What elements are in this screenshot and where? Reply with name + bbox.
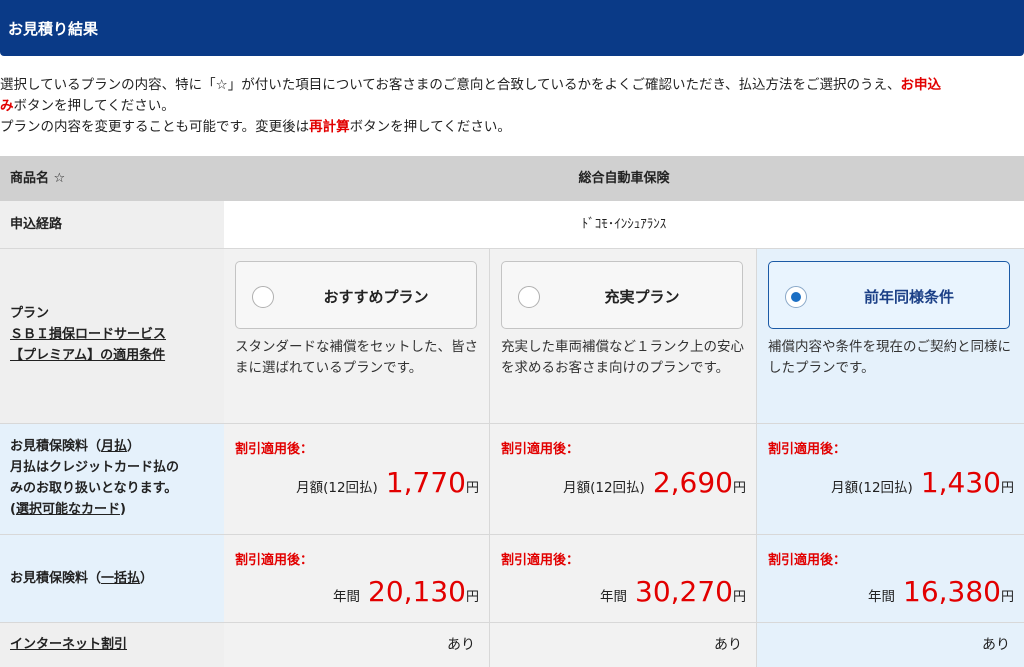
price-amount: 16,380 [903,575,1001,608]
monthly-price-2: 月額(12回払) 2,690円 [563,466,746,499]
price-amount: 2,690 [652,466,733,499]
price-prefix: 年間 [333,589,360,605]
product-value: 総合自動車保険 [578,171,670,186]
annual-price-3: 年間 16,380円 [868,575,1014,608]
yen-unit: 円 [1000,590,1014,605]
price-amount: 30,270 [635,575,733,608]
discount-label: 割引適用後： [501,442,580,457]
intro-text: 選択しているプランの内容、特に「☆」が付いた項目についてお客さまのご意向と合致し… [0,75,1024,138]
apply-keyword: お申込 [900,77,942,93]
plan-cell-recommended: おすすめプラン スタンダードな補償をセットした、皆さまに選ばれているプランです。 [224,249,490,423]
road-service-link-cont[interactable]: 【プレミアム】の適用条件 [10,345,224,366]
yen-unit: 円 [465,590,479,605]
annual-label-a: お見積保険料（ [10,571,102,586]
monthly-label: お見積保険料（月払） 月払はクレジットカード払の みのお取り扱いとなります。 (… [0,424,224,534]
price-prefix: 月額(12回払) [296,480,378,496]
plan-full-button[interactable]: 充実プラン [501,261,743,329]
yen-unit: 円 [732,590,746,605]
product-label: 商品名 ☆ [10,171,66,186]
price-prefix: 月額(12回払) [831,480,913,496]
internet-discount-link[interactable]: インターネット割引 [10,637,127,652]
internet-discount-value-1: あり [224,623,490,667]
annual-cell-1: 割引適用後： 年間 20,130円 [224,535,490,622]
plan-cell-same-as-last-year: 前年同様条件 補償内容や条件を現在のご契約と同様にしたプランです。 [757,249,1024,423]
annual-row: お見積保険料（一括払） 割引適用後： 年間 20,130円 割引適用後： 年間 30… [0,535,1024,623]
monthly-pay-link[interactable]: 月払 [101,439,127,454]
intro-line1: 選択しているプランの内容、特に「☆」が付いた項目についてお客さまのご意向と合致し… [0,77,901,93]
plan-recommended-desc: スタンダードな補償をセットした、皆さまに選ばれているプランです。 [235,339,478,376]
product-row: 商品名 ☆ 総合自動車保険 [0,156,1024,201]
plan-cell-full: 充実プラン 充実した車両補償など１ランク上の安心を求めるお客さま向けのプランです… [490,249,757,423]
price-prefix: 年間 [600,589,627,605]
plan-label: プラン ＳＢＩ損保ロードサービス 【プレミアム】の適用条件 [0,249,224,423]
annual-label-c: ） [140,571,154,586]
lump-sum-link[interactable]: 一括払 [101,571,140,586]
monthly-cell-1: 割引適用後： 月額(12回払) 1,770円 [224,424,490,534]
radio-recommended[interactable] [252,286,274,308]
route-value: ﾄﾞｺﾓ･ｲﾝｼｭｱﾗﾝｽ [224,201,1024,248]
price-amount: 20,130 [368,575,466,608]
plan-same-desc: 補償内容や条件を現在のご契約と同様にしたプランです。 [768,339,1011,376]
monthly-label-a: お見積保険料（ [10,439,102,454]
price-prefix: 月額(12回払) [563,480,645,496]
annual-cell-3: 割引適用後： 年間 16,380円 [757,535,1024,622]
radio-full[interactable] [518,286,540,308]
apply-keyword-cont: み [0,98,14,114]
monthly-cell-2: 割引適用後： 月額(12回払) 2,690円 [490,424,757,534]
radio-same-selected[interactable] [785,286,807,308]
page-header: お見積り結果 [0,0,1024,56]
intro-line3-end: ボタンを押してください。 [349,119,511,135]
recalc-keyword: 再計算 [309,119,350,135]
plan-same-label: 前年同様条件 [863,288,954,306]
monthly-row: お見積保険料（月払） 月払はクレジットカード払の みのお取り扱いとなります。 (… [0,424,1024,535]
internet-discount-row: インターネット割引 あり あり あり [0,623,1024,667]
price-amount: 1,430 [920,466,1001,499]
monthly-price-1: 月額(12回払) 1,770円 [296,466,479,499]
route-label: 申込経路 [10,217,63,232]
monthly-label-c: ） [127,439,141,454]
plan-full-desc: 充実した車両補償など１ランク上の安心を求めるお客さま向けのプランです。 [501,339,744,376]
yen-unit: 円 [1000,481,1014,496]
plan-recommended-button[interactable]: おすすめプラン [235,261,477,329]
price-amount: 1,770 [385,466,466,499]
annual-price-1: 年間 20,130円 [333,575,479,608]
discount-label: 割引適用後： [768,442,847,457]
yen-unit: 円 [465,481,479,496]
available-cards-link[interactable]: 選択可能なカード [16,502,120,517]
road-service-link[interactable]: ＳＢＩ損保ロードサービス [10,324,224,345]
intro-line2: ボタンを押してください。 [13,98,175,114]
annual-label: お見積保険料（一括払） [0,535,224,622]
plan-row: プラン ＳＢＩ損保ロードサービス 【プレミアム】の適用条件 おすすめプラン スタ… [0,249,1024,424]
internet-discount-value-3: あり [757,623,1024,667]
yen-unit: 円 [732,481,746,496]
page-title: お見積り結果 [8,20,99,38]
annual-price-2: 年間 30,270円 [600,575,746,608]
discount-label: 割引適用後： [501,553,580,568]
monthly-cell-3: 割引適用後： 月額(12回払) 1,430円 [757,424,1024,534]
plan-recommended-label: おすすめプラン [323,288,429,306]
route-row: 申込経路 ﾄﾞｺﾓ･ｲﾝｼｭｱﾗﾝｽ [0,201,1024,249]
card-paren-close: ) [119,502,126,517]
plan-label-title: プラン [10,306,50,321]
monthly-note-2: みのお取り扱いとなります。 [10,481,178,496]
discount-label: 割引適用後： [768,553,847,568]
annual-cell-2: 割引適用後： 年間 30,270円 [490,535,757,622]
price-prefix: 年間 [868,589,895,605]
plan-same-button[interactable]: 前年同様条件 [768,261,1010,329]
monthly-note-1: 月払はクレジットカード払の [10,460,180,475]
monthly-price-3: 月額(12回払) 1,430円 [831,466,1014,499]
plan-full-label: 充実プラン [604,288,680,306]
discount-label: 割引適用後： [235,442,314,457]
discount-label: 割引適用後： [235,553,314,568]
internet-discount-value-2: あり [490,623,757,667]
intro-line3: プランの内容を変更することも可能です。変更後は [0,119,310,135]
